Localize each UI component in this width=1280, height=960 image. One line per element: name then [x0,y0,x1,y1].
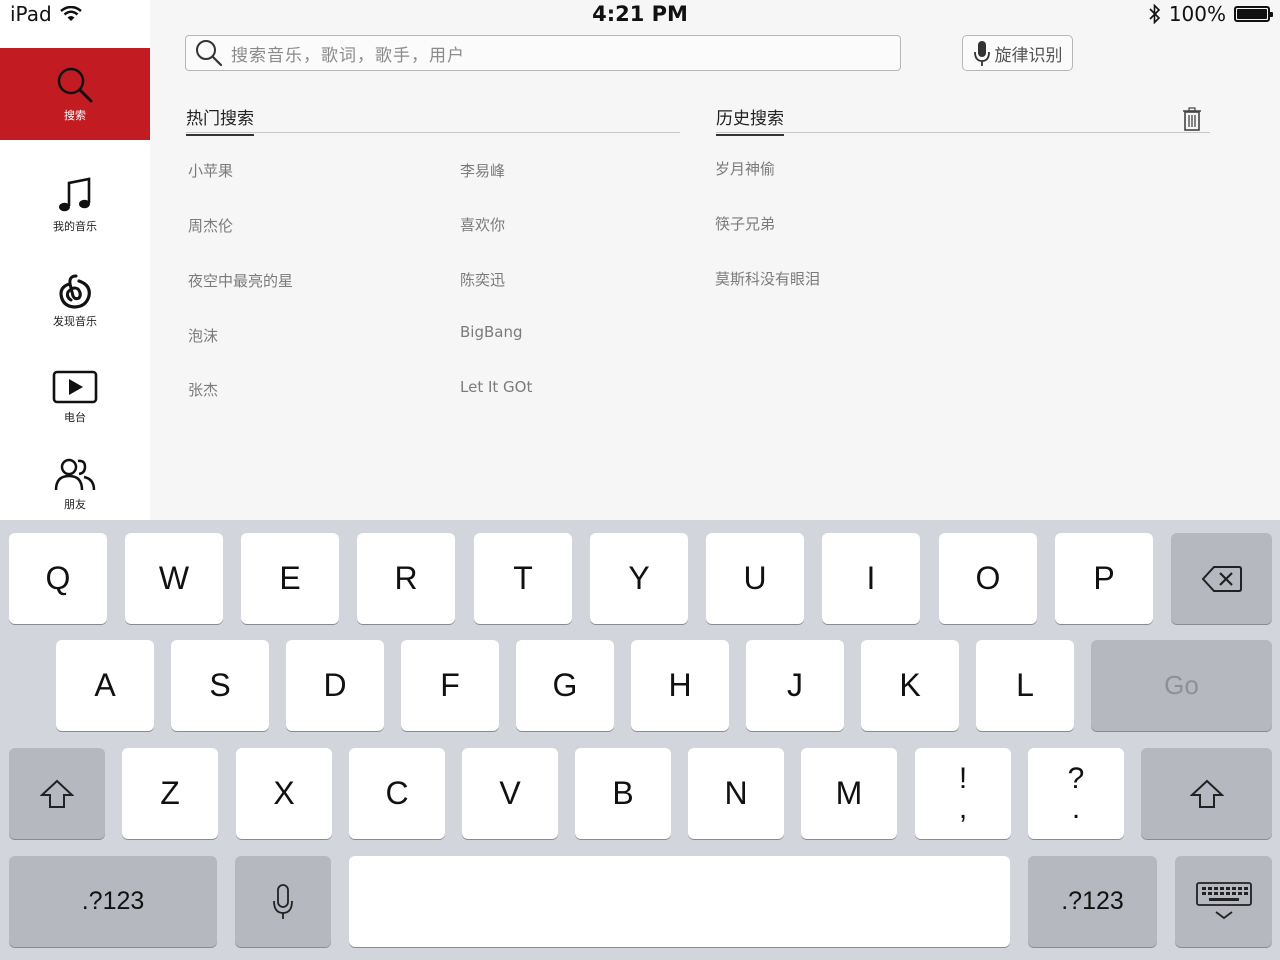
microphone-icon [273,883,293,919]
key-v[interactable]: V [462,748,558,839]
key-c[interactable]: C [349,748,445,839]
music-note-icon [59,176,91,211]
trash-icon[interactable] [1182,107,1202,131]
sidebar-item-label: 电台 [64,410,86,424]
battery-icon [1234,6,1273,22]
melody-recognition-label: 旋律识别 [994,45,1063,66]
hot-search-divider [186,132,680,133]
melody-recognition-button[interactable]: 旋律识别 [962,35,1073,71]
key-p[interactable]: P [1055,533,1153,624]
key-stack: ? . [1067,761,1085,825]
hot-search-item[interactable]: 张杰 [188,379,218,400]
key-h[interactable]: H [631,640,729,731]
history-divider [716,132,1210,133]
backspace-key[interactable] [1171,533,1272,624]
friends-icon [54,458,96,490]
keyboard-dismiss-icon [1195,881,1252,919]
hot-search-item[interactable]: 李易峰 [460,160,505,181]
main-content: 搜索音乐，歌词，歌手，用户 旋律识别 热门搜索 小苹果 李易峰 周杰伦 喜欢你 … [150,0,1280,520]
go-key[interactable]: Go [1091,640,1272,731]
key-r[interactable]: R [357,533,455,624]
status-right: 100% [1149,2,1273,26]
hot-search-item[interactable]: 喜欢你 [460,214,505,235]
key-exclamation-comma[interactable]: ! , [915,748,1011,839]
search-icon [57,67,93,102]
sidebar-item-label: 发现音乐 [53,314,97,328]
bluetooth-icon [1149,4,1160,24]
key-e[interactable]: E [241,533,339,624]
keyboard: Q W E R T Y U I O P A S D F G H J K L Go… [0,520,1280,960]
numbers-key-right[interactable]: .?123 [1028,856,1157,947]
key-q[interactable]: Q [9,533,107,624]
key-x[interactable]: X [236,748,332,839]
key-a[interactable]: A [56,640,154,731]
search-icon [196,40,223,67]
key-upper-char: ? [1067,761,1085,795]
key-stack: ! , [958,761,968,825]
key-i[interactable]: I [822,533,920,624]
device-name: iPad [10,2,52,26]
key-n[interactable]: N [688,748,784,839]
key-g[interactable]: G [516,640,614,731]
sidebar: 搜索 我的音乐 发现音乐 电台 朋友 [0,0,150,520]
wifi-icon [59,6,82,21]
shift-arrow-icon [40,779,74,808]
dismiss-keyboard-key[interactable] [1175,856,1272,947]
key-t[interactable]: T [474,533,572,624]
key-w[interactable]: W [125,533,223,624]
key-y[interactable]: Y [590,533,688,624]
numbers-key-label: .?123 [81,887,145,915]
key-j[interactable]: J [746,640,844,731]
shift-key-left[interactable] [9,748,105,839]
key-s[interactable]: S [171,640,269,731]
hot-search-item[interactable]: 小苹果 [188,160,233,181]
hot-search-item[interactable]: 夜空中最亮的星 [188,270,293,291]
hot-search-item[interactable]: 泡沫 [188,325,218,346]
sidebar-item-search[interactable]: 搜索 [0,48,150,140]
battery-percent: 100% [1168,2,1226,26]
key-m[interactable]: M [801,748,897,839]
sidebar-item-friends[interactable]: 朋友 [0,444,150,524]
sidebar-item-label: 搜索 [64,108,86,122]
hot-search-item[interactable]: 陈奕迅 [460,269,505,290]
sidebar-item-label: 朋友 [64,497,86,511]
history-item[interactable]: 莫斯科没有眼泪 [715,268,820,289]
play-box-icon [52,370,98,403]
space-key[interactable] [349,856,1010,947]
key-upper-char: ! [958,761,968,795]
microphone-icon [973,41,990,66]
shift-arrow-icon [1189,779,1224,808]
key-l[interactable]: L [976,640,1074,731]
backspace-icon [1201,565,1242,592]
hot-search-item[interactable]: 周杰伦 [188,215,233,236]
key-b[interactable]: B [575,748,671,839]
sidebar-item-discover[interactable]: 发现音乐 [0,260,150,340]
search-placeholder: 搜索音乐，歌词，歌手，用户 [231,45,465,66]
dictation-key[interactable] [235,856,331,947]
sidebar-item-label: 我的音乐 [53,219,97,233]
clock: 4:21 PM [592,2,688,26]
history-item[interactable]: 筷子兄弟 [715,213,775,234]
hot-search-item[interactable]: BigBang [460,323,523,341]
key-lower-char: , [958,791,968,825]
key-d[interactable]: D [286,640,384,731]
key-k[interactable]: K [861,640,959,731]
shift-key-right[interactable] [1141,748,1272,839]
key-question-period[interactable]: ? . [1028,748,1124,839]
status-bar: iPad 4:21 PM 100% [0,0,1280,30]
search-input[interactable]: 搜索音乐，歌词，歌手，用户 [185,35,901,71]
sidebar-item-my-music[interactable]: 我的音乐 [0,165,150,245]
status-left: iPad [10,2,82,26]
numbers-key-label: .?123 [1061,887,1124,915]
key-f[interactable]: F [401,640,499,731]
hot-search-item[interactable]: Let It GOt [460,378,532,396]
sidebar-item-radio[interactable]: 电台 [0,357,150,437]
key-u[interactable]: U [706,533,804,624]
key-o[interactable]: O [939,533,1037,624]
key-z[interactable]: Z [122,748,218,839]
history-item[interactable]: 岁月神偷 [715,158,775,179]
netease-logo-icon [59,274,91,309]
numbers-key-left[interactable]: .?123 [9,856,217,947]
key-lower-char: . [1071,791,1081,825]
